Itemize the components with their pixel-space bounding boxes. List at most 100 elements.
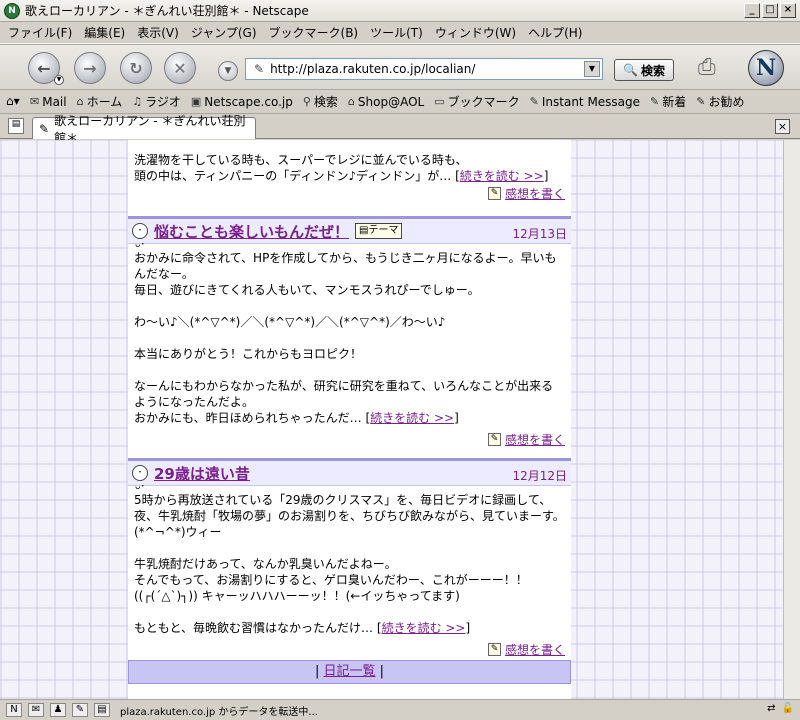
maximize-button[interactable]: □	[762, 3, 778, 18]
diary-entry-partial: 洗濯物を干している時も、スーパーでレジに並んでいる時も、 頭の中は、ティンパニー…	[128, 140, 571, 202]
menu-tools[interactable]: ツール(T)	[370, 24, 423, 41]
theme-badge[interactable]: ▤テーマ	[355, 223, 403, 239]
home-icon: ⌂	[76, 95, 84, 108]
window-controls: _ □ ×	[744, 3, 796, 18]
tab-current[interactable]: ✎ 歌えローカリアン - ＊ぎんれい荘別館＊	[32, 114, 256, 145]
reload-button[interactable]: ↻	[120, 52, 152, 84]
print-icon[interactable]: ⎙	[698, 55, 730, 83]
write-comment-link[interactable]: 感想を書く	[505, 641, 565, 658]
page-icon: ✎	[39, 121, 50, 136]
entry-line: ((┌(´△`)┐)) キャーッハハハーーッ！！(←イッちゃってます)	[134, 589, 460, 603]
bookmark-netscape[interactable]: ▣ Netscape.co.jp	[191, 95, 293, 109]
entry-line	[134, 330, 565, 346]
entry-date: 12月12日	[512, 469, 567, 483]
menu-help[interactable]: ヘルプ(H)	[528, 24, 582, 41]
entry-title-link[interactable]: 悩むことも楽しいもんだぜ！	[154, 221, 349, 242]
menu-go[interactable]: ジャンプ(G)	[191, 24, 257, 41]
bookmark-label: ブックマーク	[447, 95, 520, 109]
entry-line-text: 頭の中は、ティンパニーの「ディンドン♪ディンドン」が…	[134, 169, 452, 183]
url-input[interactable]	[270, 62, 581, 76]
bookmark-icon: ✎	[650, 95, 660, 108]
read-more-link[interactable]: 続きを読む >>	[460, 169, 544, 183]
shop-icon: ⌂	[347, 95, 355, 108]
bookmark-home[interactable]: ⌂ ホーム	[77, 93, 123, 110]
bookmark-radio[interactable]: ♫ ラジオ	[132, 93, 181, 110]
bookmark-shop[interactable]: ⌂ Shop@AOL	[348, 95, 424, 109]
entry-line: (*^¬^*)ウィー	[134, 525, 222, 539]
diary-column: 洗濯物を干している時も、スーパーでレジに並んでいる時も、 頭の中は、ティンパニー…	[128, 140, 571, 699]
entry-line: もともと、毎晩飲む習慣はなかったんだけ… [続きを読む >>]	[134, 621, 471, 635]
address-book-icon[interactable]: ▤	[94, 703, 110, 717]
folder-icon: ▭	[434, 95, 445, 108]
vertical-scrollbar[interactable]	[783, 140, 800, 699]
menu-window[interactable]: ウィンドウ(W)	[435, 24, 516, 41]
entry-header: ･ᴗ･ 29歳は遠い昔 12月12日	[128, 458, 571, 492]
home-dropdown-icon[interactable]: ⌂▾	[6, 94, 24, 110]
url-dropdown-button[interactable]: ▼	[584, 61, 600, 77]
entry-line: 夜、牛乳焼酎「牧場の夢」のお湯割りを、ちびちび飲みながら、見ていまーす。	[134, 509, 565, 523]
entry-line: おかみに命令されて、HPを作成してから、もうじき二ヶ月になるよー。早いもんだなー…	[134, 251, 557, 281]
composer-icon[interactable]: ✎	[72, 703, 88, 717]
search-button[interactable]: 🔍 検索	[614, 59, 674, 81]
navigation-toolbar: ← ▼ → ↻ ✕ ▼ ✎ ▼ 🔍 検索 ⎙	[0, 44, 800, 90]
url-bar: ✎ ▼	[245, 58, 603, 80]
entry-line: おかみにも、昨日ほめられちゃったんだ… [続きを読む >>]	[134, 411, 459, 425]
entry-title-link[interactable]: 29歳は遠い昔	[154, 463, 250, 484]
forward-button[interactable]: →	[74, 52, 106, 84]
write-comment-link[interactable]: 感想を書く	[505, 185, 565, 202]
online-status-icon: ⇄	[767, 703, 776, 714]
bookmark-icon: ✎	[529, 95, 539, 108]
page-proxy-icon[interactable]: ✎	[254, 62, 264, 76]
sidebar-toggle-icon[interactable]: ▤	[8, 118, 24, 134]
bookmark-folder[interactable]: ▭ ブックマーク	[434, 93, 519, 110]
search-button-label: 検索	[640, 63, 665, 78]
write-comment-link[interactable]: 感想を書く	[505, 431, 565, 448]
menu-file[interactable]: ファイル(F)	[8, 24, 72, 41]
page-content: 洗濯物を干している時も、スーパーでレジに並んでいる時も、 頭の中は、ティンパニー…	[0, 140, 800, 699]
navigator-icon[interactable]: N	[6, 703, 22, 717]
entry-line	[134, 604, 565, 620]
read-more-link[interactable]: 続きを読む >>	[382, 621, 466, 635]
stop-button[interactable]: ✕	[164, 52, 196, 84]
netscape-app-icon: N	[4, 2, 20, 19]
entry-line: わ〜い♪＼(*^▽^*)／＼(*^▽^*)／＼(*^▽^*)／わ〜い♪	[134, 315, 446, 329]
entry-line-text: おかみにも、昨日ほめられちゃったんだ…	[134, 411, 362, 425]
bookmark-icon: ✎	[696, 95, 706, 108]
back-history-dropdown[interactable]: ▼	[54, 75, 64, 85]
menu-view[interactable]: 表示(V)	[137, 24, 179, 41]
minimize-button[interactable]: _	[744, 3, 760, 18]
comment-row: ✎ 感想を書く	[128, 640, 571, 658]
bookmark-search[interactable]: ⚲ 検索	[303, 93, 338, 110]
status-text: plaza.rakuten.co.jp からデータを転送中...	[120, 706, 318, 718]
tab-bar: ▤ ✎ 歌えローカリアン - ＊ぎんれい荘別館＊ ×	[0, 114, 800, 145]
netscape-logo[interactable]: N	[748, 50, 784, 86]
entry-line: 洗濯物を干している時も、スーパーでレジに並んでいる時も、	[134, 153, 468, 167]
bookmark-label: 新着	[662, 95, 687, 109]
bookmark-label: ラジオ	[145, 95, 181, 109]
close-tab-button[interactable]: ×	[775, 119, 790, 134]
comment-row: ✎ 感想を書く	[128, 430, 571, 448]
diary-entry: ･ᴗ･ 悩むことも楽しいもんだぜ！ ▤テーマ 12月13日 おかみに命令されて、…	[128, 216, 571, 448]
personal-toolbar: ⌂▾ ✉ Mail ⌂ ホーム ♫ ラジオ ▣ Netscape.co.jp ⚲ 検索 ⌂…	[0, 90, 800, 114]
bookmark-instant-message[interactable]: ✎ Instant Message	[530, 95, 640, 109]
status-bar: N ✉ ♟ ✎ ▤ plaza.rakuten.co.jp からデータを転送中.…	[0, 699, 800, 720]
url-history-button[interactable]: ▼	[218, 61, 238, 81]
bookmark-mail[interactable]: ✉ Mail	[30, 95, 67, 109]
magnifier-icon: 🔍	[623, 63, 638, 77]
mail-icon[interactable]: ✉	[28, 703, 44, 717]
aim-icon[interactable]: ♟	[50, 703, 66, 717]
bookmark-label: Instant Message	[541, 94, 641, 109]
diary-list-link[interactable]: 日記一覧	[323, 664, 375, 679]
bookmark-recommend[interactable]: ✎ お勧め	[696, 93, 744, 110]
bookmark-label: 検索	[313, 95, 338, 109]
read-more-link[interactable]: 続きを読む >>	[370, 411, 454, 425]
menu-edit[interactable]: 編集(E)	[84, 24, 125, 41]
diary-list-bar: | 日記一覧 |	[128, 660, 571, 684]
radio-icon: ♫	[132, 95, 143, 108]
security-lock-icon: 🔓	[781, 703, 794, 714]
entry-line: なーんにもわからなかった私が、研究に研究を重ねて、いろんなことが出来るようになっ…	[134, 379, 554, 409]
bookmark-new[interactable]: ✎ 新着	[650, 93, 686, 110]
close-window-button[interactable]: ×	[780, 3, 796, 18]
menu-bookmarks[interactable]: ブックマーク(B)	[269, 24, 359, 41]
forward-arrow-icon: →	[83, 58, 97, 78]
